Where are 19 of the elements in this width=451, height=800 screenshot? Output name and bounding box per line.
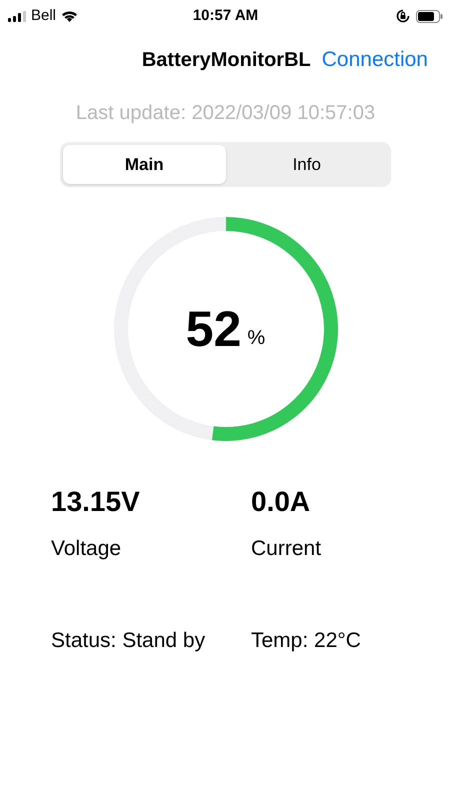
segment-tab[interactable]: Main xyxy=(63,145,226,184)
charge-unit: % xyxy=(247,326,266,351)
reading-value: 13.15V xyxy=(51,485,141,519)
reading-label: Current xyxy=(251,536,322,562)
reading-value: 0.0A xyxy=(251,485,312,519)
reading-label: Voltage xyxy=(51,536,122,562)
signal-icon xyxy=(8,10,26,22)
wifi-icon xyxy=(61,10,78,22)
info-text: Status: Stand by xyxy=(51,628,206,652)
segment-tab[interactable]: Info xyxy=(226,145,388,184)
carrier-name: Bell xyxy=(31,6,56,26)
connection-link[interactable]: Connection xyxy=(322,44,428,76)
orientation-lock-icon xyxy=(396,9,410,23)
battery-icon xyxy=(416,10,443,22)
status-time: 10:57 AM xyxy=(192,6,258,26)
last-update-text: Last update: 2022/03/09 10:57:03 xyxy=(76,101,376,126)
info-text: Temp: 22°C xyxy=(251,628,361,652)
app-title: BatteryMonitorBL xyxy=(142,48,311,73)
charge-value: 52 xyxy=(186,300,242,358)
